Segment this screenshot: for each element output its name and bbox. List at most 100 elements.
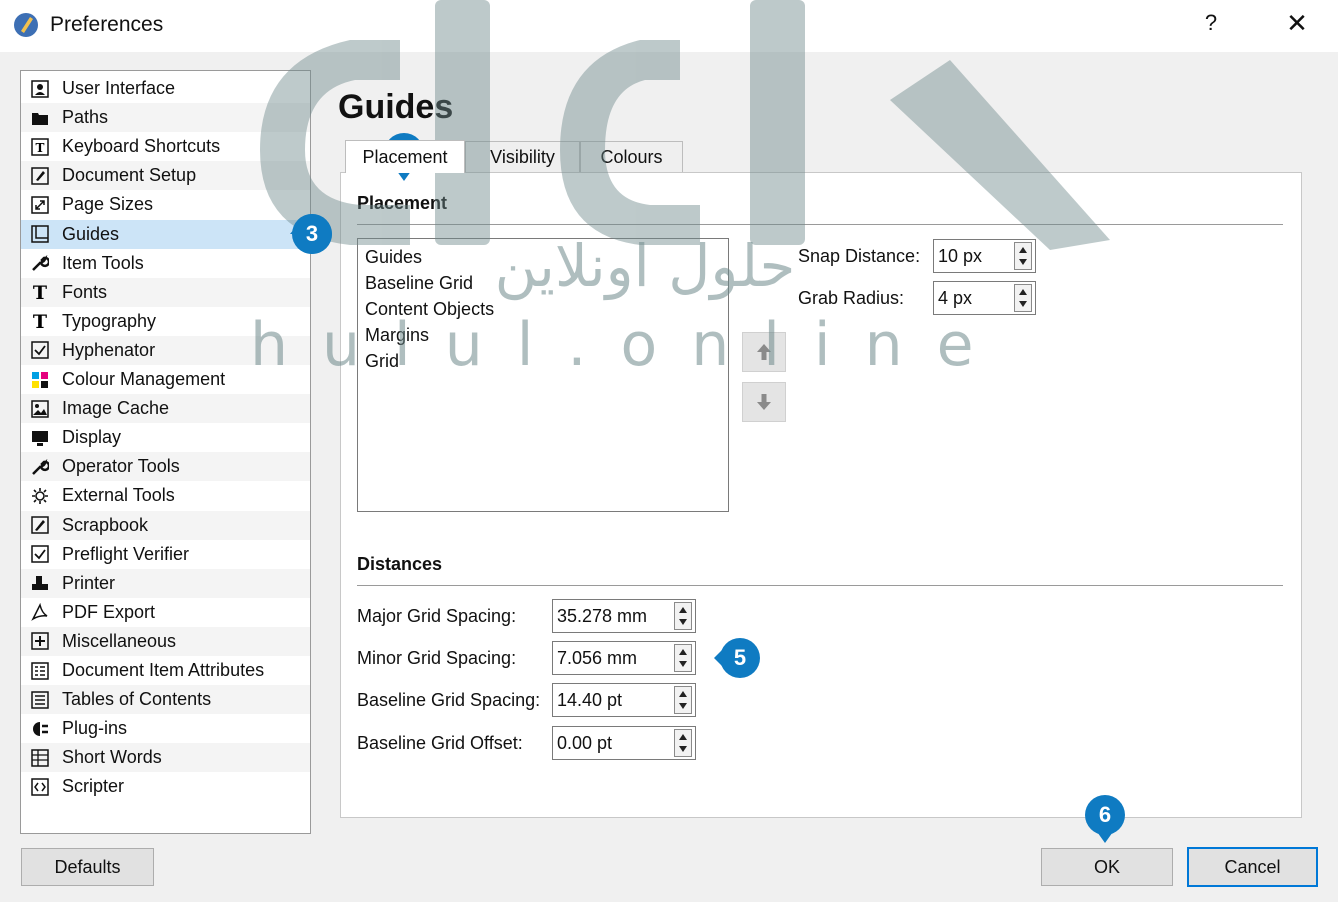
help-button[interactable]: ? <box>1196 10 1226 40</box>
sidebar-item-label: Colour Management <box>62 369 226 389</box>
sidebar-item-scrapbook[interactable]: Scrapbook <box>21 510 310 540</box>
resize-icon <box>30 195 50 215</box>
grab-radius-value[interactable]: 4 px <box>934 288 1014 309</box>
svg-text:T: T <box>33 283 47 301</box>
baseline-grid-offset-value[interactable]: 0.00 pt <box>553 733 674 754</box>
sidebar-item-user-interface[interactable]: User Interface <box>21 74 310 103</box>
list-item[interactable]: Guides <box>365 247 422 268</box>
window-title: Preferences <box>50 13 164 36</box>
sidebar-item-preflight-verifier[interactable]: Preflight Verifier <box>21 540 310 569</box>
move-up-button[interactable] <box>742 332 786 372</box>
spin-arrows-icon[interactable] <box>674 686 692 714</box>
code-icon <box>30 777 50 797</box>
sidebar-item-guides[interactable]: Guides <box>21 219 310 249</box>
step-marker-6: 6 <box>1083 793 1127 843</box>
spin-arrows-icon[interactable] <box>674 644 692 672</box>
major-grid-spacing-value[interactable]: 35.278 mm <box>553 606 674 627</box>
preferences-sidebar: User Interface Paths T Keyboard Shortcuts Do… <box>20 70 311 834</box>
spin-arrows-icon[interactable] <box>674 602 692 630</box>
sidebar-item-hyphenator[interactable]: Hyphenator <box>21 335 310 365</box>
snap-distance-label: Snap Distance: <box>798 246 921 266</box>
sidebar-item-pdf-export[interactable]: PDF Export <box>21 598 310 627</box>
guides-icon <box>30 224 50 244</box>
baseline-grid-offset-label: Baseline Grid Offset: <box>357 733 523 753</box>
sidebar-item-label: Paths <box>62 107 109 128</box>
sidebar-item-short-words[interactable]: Short Words <box>21 743 310 773</box>
sidebar-item-document-item-attributes[interactable]: Document Item Attributes <box>21 656 310 685</box>
spin-arrows-icon[interactable] <box>674 729 692 757</box>
plus-icon <box>30 631 50 651</box>
sidebar-item-display[interactable]: Display <box>21 423 310 452</box>
image-icon <box>30 399 50 419</box>
baseline-grid-spacing-spinbox[interactable]: 14.40 pt <box>552 683 696 717</box>
minor-grid-spacing-spinbox[interactable]: 7.056 mm <box>552 641 696 675</box>
sidebar-item-label: Guides <box>62 223 120 244</box>
snap-distance-spinbox[interactable]: 10 px <box>933 239 1036 273</box>
sidebar-item-label: Short Words <box>62 747 162 768</box>
sidebar-item-keyboard-shortcuts[interactable]: T Keyboard Shortcuts <box>21 132 310 161</box>
sidebar-item-operator-tools[interactable]: Operator Tools <box>21 452 310 482</box>
sidebar-item-printer[interactable]: Printer <box>21 568 310 598</box>
sidebar-item-image-cache[interactable]: Image Cache <box>21 394 310 424</box>
sidebar-item-miscellaneous[interactable]: Miscellaneous <box>21 626 310 656</box>
placement-divider <box>357 224 1283 225</box>
close-button[interactable]: ✕ <box>1280 8 1314 42</box>
page-title: Guides <box>338 88 454 126</box>
sidebar-item-label: External Tools <box>62 485 175 506</box>
minor-grid-spacing-value[interactable]: 7.056 mm <box>553 648 674 669</box>
spin-arrows-icon[interactable] <box>1014 242 1032 270</box>
grab-radius-label: Grab Radius: <box>798 288 905 308</box>
printer-icon <box>30 573 50 593</box>
sidebar-item-plug-ins[interactable]: Plug-ins <box>21 714 310 743</box>
spin-arrows-icon[interactable] <box>1014 284 1032 312</box>
cancel-button[interactable]: Cancel <box>1187 847 1318 887</box>
ok-button[interactable]: OK <box>1041 848 1173 886</box>
sidebar-item-label: User Interface <box>62 78 176 98</box>
sidebar-item-label: Document Setup <box>62 165 197 186</box>
sidebar-item-paths[interactable]: Paths <box>21 103 310 133</box>
grab-radius-spinbox[interactable]: 4 px <box>933 281 1036 315</box>
guides-order-list[interactable]: Guides Baseline Grid Content Objects Mar… <box>357 238 729 512</box>
baseline-grid-spacing-value[interactable]: 14.40 pt <box>553 690 674 711</box>
defaults-button[interactable]: Defaults <box>21 848 154 886</box>
move-down-button[interactable] <box>742 382 786 422</box>
list-item[interactable]: Grid <box>365 351 399 372</box>
wrench-icon <box>30 457 50 477</box>
user-icon <box>30 79 50 99</box>
tab-colours[interactable]: Colours <box>580 141 683 173</box>
pencil-icon <box>30 515 50 535</box>
major-grid-spacing-spinbox[interactable]: 35.278 mm <box>552 599 696 633</box>
sidebar-item-label: Plug-ins <box>62 718 128 739</box>
svg-text:T: T <box>33 312 47 330</box>
arrow-up-icon <box>757 344 771 360</box>
sidebar-item-label: Operator Tools <box>62 456 180 477</box>
sidebar-item-colour-management[interactable]: Colour Management <box>21 365 310 394</box>
distances-divider <box>357 585 1283 586</box>
colour-icon <box>30 370 50 390</box>
major-grid-spacing-label: Major Grid Spacing: <box>357 606 517 626</box>
step-marker-3: 3 <box>290 212 334 256</box>
sidebar-item-fonts[interactable]: T Fonts <box>21 277 310 307</box>
tab-placement[interactable]: Placement <box>345 140 465 173</box>
svg-text:T: T <box>36 141 45 155</box>
monitor-icon <box>30 428 50 448</box>
sidebar-item-typography[interactable]: T Typography <box>21 307 310 336</box>
sidebar-item-external-tools[interactable]: External Tools <box>21 481 310 510</box>
snap-distance-value[interactable]: 10 px <box>934 246 1014 267</box>
keyboard-icon: T <box>30 137 50 157</box>
check-icon <box>30 340 50 360</box>
sidebar-item-tables-of-contents[interactable]: Tables of Contents <box>21 685 310 715</box>
sidebar-item-scripter[interactable]: Scripter <box>21 772 310 801</box>
table-icon <box>30 748 50 768</box>
placement-heading: Placement <box>357 193 448 213</box>
sidebar-item-item-tools[interactable]: Item Tools <box>21 249 310 278</box>
baseline-grid-offset-spinbox[interactable]: 0.00 pt <box>552 726 696 760</box>
sidebar-item-document-setup[interactable]: Document Setup <box>21 161 310 191</box>
tab-visibility[interactable]: Visibility <box>465 141 580 173</box>
list-item[interactable]: Content Objects <box>365 299 494 320</box>
gear-icon <box>30 486 50 506</box>
wrench-icon <box>30 253 50 273</box>
sidebar-item-page-sizes[interactable]: Page Sizes <box>21 190 310 219</box>
list-item[interactable]: Margins <box>365 325 429 346</box>
list-item[interactable]: Baseline Grid <box>365 273 473 294</box>
